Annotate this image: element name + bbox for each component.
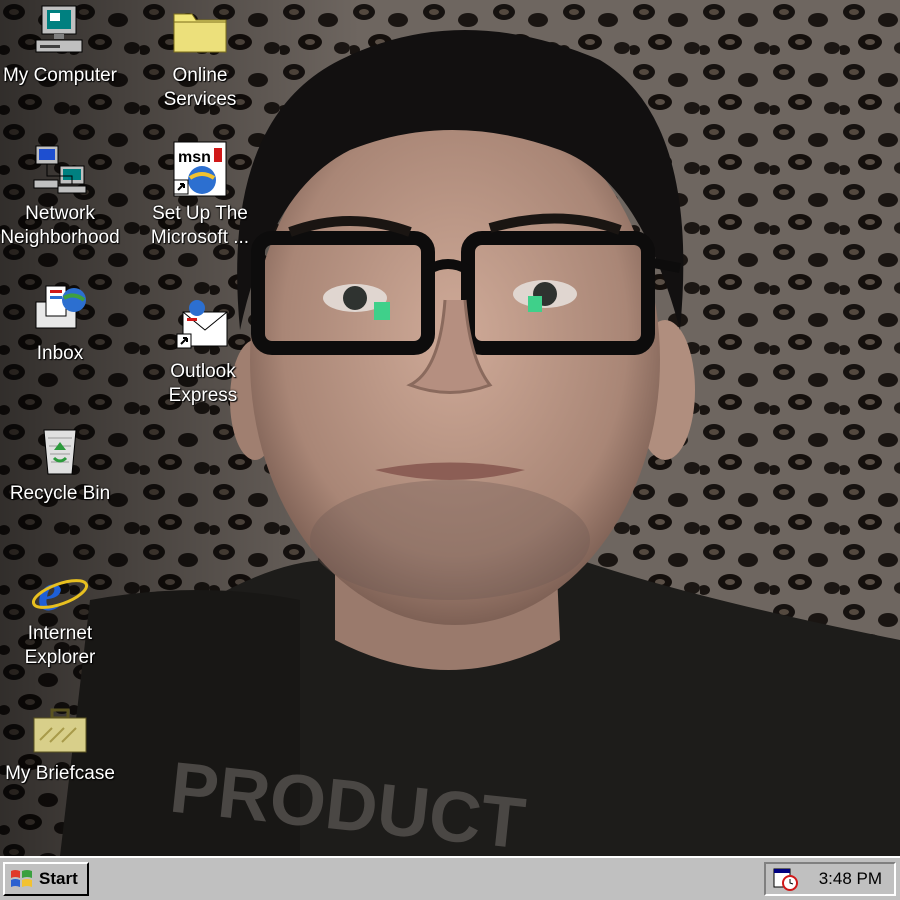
icon-label: My Computer <box>2 65 118 86</box>
system-tray: 3:48 PM <box>764 862 896 896</box>
recycle-bin-icon <box>30 420 90 480</box>
svg-text:msn: msn <box>178 149 211 166</box>
folder-icon <box>170 2 230 62</box>
wallpaper-photo: PRODUCT <box>0 0 900 856</box>
msn-icon: msn <box>170 140 230 200</box>
briefcase-icon <box>30 700 90 760</box>
icon-label-line1: Internet <box>27 623 93 644</box>
desktop-icon-outlook-express[interactable]: Outlook Express <box>138 298 268 408</box>
desktop-icon-recycle-bin[interactable]: Recycle Bin <box>0 420 125 506</box>
clock[interactable]: 3:48 PM <box>819 869 882 889</box>
icon-label-line1: Set Up The <box>152 203 248 224</box>
inbox-icon <box>30 280 90 340</box>
icon-label-line2: Neighborhood <box>0 227 120 248</box>
windows-logo-icon <box>11 870 32 887</box>
desktop-icon-inbox[interactable]: Inbox <box>0 280 125 366</box>
taskbar: Start 3:48 PM <box>0 856 900 900</box>
start-label: Start <box>39 869 78 888</box>
computer-icon <box>30 2 90 62</box>
desktop-icon-network-neighborhood[interactable]: Network Neighborhood <box>0 140 125 250</box>
network-icon <box>30 140 90 200</box>
icon-label-line2: Express <box>168 385 238 406</box>
icon-label-line1: Network <box>25 203 95 224</box>
icon-label: Recycle Bin <box>9 483 111 504</box>
desktop-icon-my-computer[interactable]: My Computer <box>0 2 125 88</box>
desktop-icon-internet-explorer[interactable]: e Internet Explorer <box>0 560 125 670</box>
scheduler-icon[interactable] <box>772 867 798 891</box>
icon-label-line2: Microsoft ... <box>150 227 250 248</box>
icon-label-line2: Services <box>163 89 237 110</box>
desktop-icon-my-briefcase[interactable]: My Briefcase <box>0 700 125 786</box>
icon-label: My Briefcase <box>5 763 115 784</box>
desktop-icon-set-up-msn[interactable]: msn Set Up The Microsoft ... <box>135 140 265 250</box>
outlook-express-icon <box>173 298 233 358</box>
desktop-wallpaper: PRODUCT <box>0 0 900 856</box>
icon-label: Inbox <box>36 343 84 364</box>
icon-label-line2: Explorer <box>24 647 96 668</box>
start-button[interactable]: Start <box>3 862 89 896</box>
icon-label-line1: Outlook <box>170 361 236 382</box>
icon-label-line1: Online <box>172 65 228 86</box>
internet-explorer-icon: e <box>30 560 90 622</box>
desktop-icon-online-services[interactable]: Online Services <box>135 2 265 112</box>
